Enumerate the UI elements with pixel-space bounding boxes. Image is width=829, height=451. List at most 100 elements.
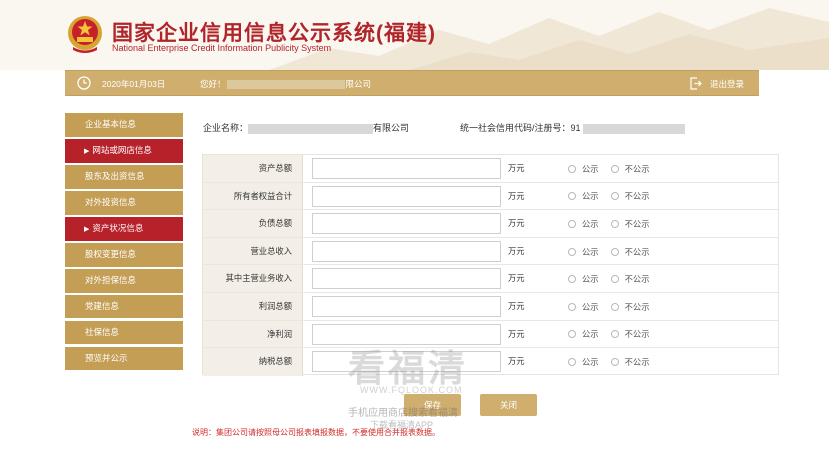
- not-publish-radio[interactable]: [610, 219, 619, 228]
- form-row-total-revenue: 营业总收入 万元 公示 不公示: [203, 237, 778, 266]
- unit-label: 万元: [508, 301, 525, 311]
- greeting: 您好！ 限公司: [200, 78, 371, 90]
- publish-radio-group: 公示 不公示: [568, 155, 662, 183]
- form-row-total-profit: 利润总额 万元 公示 不公示: [203, 293, 778, 321]
- publish-radio[interactable]: [568, 275, 576, 284]
- not-publish-radio[interactable]: [610, 357, 619, 366]
- sidebar-item-investment[interactable]: 对外投资信息: [65, 190, 183, 215]
- info-bar: 2020年01月03日 您好！ 限公司 退出登录: [65, 70, 759, 96]
- total-profit-input[interactable]: [312, 296, 501, 317]
- publish-radio[interactable]: [568, 164, 576, 173]
- sidebar-item-party[interactable]: 党建信息: [65, 294, 183, 319]
- sidebar-item-assets[interactable]: ▶ 资产状况信息: [65, 216, 183, 241]
- unit-label: 万元: [508, 245, 525, 256]
- not-publish-label: 不公示: [624, 191, 650, 202]
- field-label: 资产总额: [203, 155, 303, 182]
- field-label: 营业总收入: [203, 237, 303, 265]
- unit-label: 万元: [508, 273, 525, 284]
- publish-radio-group: 公示 不公示: [568, 238, 662, 266]
- not-publish-radio[interactable]: [610, 330, 619, 339]
- instruction-note: 说明：集团公司请按照母公司报表填报数据，不要使用合并报表数据。: [192, 428, 440, 437]
- field-label: 净利润: [203, 320, 303, 348]
- sidebar-item-label: 资产状况信息: [92, 222, 144, 233]
- sidebar-item-equity-change[interactable]: 股权变更信息: [65, 242, 183, 267]
- publish-label: 公示: [582, 356, 599, 367]
- not-publish-radio[interactable]: [610, 247, 619, 256]
- close-button[interactable]: 关闭: [480, 394, 537, 416]
- not-publish-label: 不公示: [624, 218, 650, 229]
- sidebar-item-label: 对外投资信息: [85, 196, 137, 207]
- not-publish-label: 不公示: [624, 329, 650, 340]
- net-profit-input[interactable]: [312, 323, 501, 345]
- not-publish-label: 不公示: [624, 246, 650, 257]
- publish-radio-group: 公示 不公示: [568, 183, 662, 211]
- sidebar-item-label: 党建信息: [85, 300, 120, 311]
- publish-radio[interactable]: [568, 330, 576, 339]
- publish-radio[interactable]: [568, 192, 576, 201]
- not-publish-radio[interactable]: [610, 192, 619, 201]
- sidebar-item-label: 网站或网店信息: [92, 144, 152, 155]
- publish-label: 公示: [582, 329, 599, 340]
- publish-radio-group: 公示 不公示: [568, 293, 662, 321]
- owners-equity-input[interactable]: [312, 185, 501, 207]
- sidebar-item-guarantee[interactable]: 对外担保信息: [65, 268, 183, 293]
- logout-link[interactable]: 退出登录: [710, 78, 744, 90]
- publish-radio[interactable]: [568, 247, 576, 256]
- company-name: 企业名称： 有限公司: [203, 121, 409, 134]
- sidebar-item-basic-info[interactable]: 企业基本信息: [65, 113, 183, 137]
- site-title-en: National Enterprise Credit Information P…: [112, 43, 332, 53]
- form-row-total-tax: 纳税总额 万元 公示 不公示: [203, 348, 778, 376]
- logout-icon[interactable]: [690, 77, 702, 90]
- total-liabilities-input[interactable]: [312, 213, 501, 235]
- national-emblem-icon: [68, 16, 102, 53]
- not-publish-radio[interactable]: [610, 275, 619, 284]
- unit-label: 万元: [508, 190, 525, 201]
- sidebar-item-label: 股权变更信息: [85, 248, 137, 259]
- total-assets-input[interactable]: [312, 158, 501, 179]
- publish-label: 公示: [582, 191, 599, 202]
- main-revenue-input[interactable]: [312, 268, 501, 290]
- save-button[interactable]: 保存: [404, 394, 461, 416]
- sidebar-item-social-security[interactable]: 社保信息: [65, 320, 183, 345]
- sidebar-item-label: 企业基本信息: [85, 119, 137, 129]
- field-label: 负债总额: [203, 210, 303, 237]
- sidebar-item-website-info[interactable]: ▶ 网站或网店信息: [65, 138, 183, 163]
- sidebar-item-label: 社保信息: [85, 326, 120, 337]
- field-label: 利润总额: [203, 293, 303, 320]
- publish-radio-group: 公示 不公示: [568, 348, 662, 376]
- publish-radio-group: 公示 不公示: [568, 265, 662, 293]
- not-publish-label: 不公示: [624, 301, 650, 312]
- publish-radio-group: 公示 不公示: [568, 321, 662, 349]
- sidebar-item-label: 对外担保信息: [85, 274, 137, 285]
- total-revenue-input[interactable]: [312, 240, 501, 262]
- redacted-credit-code: [582, 123, 685, 134]
- credit-code-label: 统一社会信用代码/注册号：: [460, 123, 571, 133]
- not-publish-label: 不公示: [624, 274, 650, 285]
- publish-radio[interactable]: [568, 219, 576, 228]
- form-row-owners-equity: 所有者权益合计 万元 公示 不公示: [203, 182, 778, 211]
- greeting-prefix: 您好！: [200, 79, 226, 89]
- field-label: 所有者权益合计: [203, 182, 303, 210]
- not-publish-label: 不公示: [624, 356, 650, 367]
- not-publish-label: 不公示: [624, 163, 650, 174]
- form-row-total-liabilities: 负债总额 万元 公示 不公示: [203, 210, 778, 238]
- not-publish-radio[interactable]: [610, 164, 619, 173]
- sidebar-nav: 企业基本信息 ▶ 网站或网店信息 股东及出资信息 对外投资信息 ▶ 资产状况信息 股…: [65, 113, 183, 373]
- clock-icon: [77, 76, 91, 90]
- publish-radio[interactable]: [568, 357, 576, 366]
- not-publish-radio[interactable]: [610, 302, 619, 311]
- redacted-company-name: [248, 123, 374, 134]
- total-tax-input[interactable]: [312, 351, 501, 373]
- publish-label: 公示: [582, 274, 599, 285]
- publish-radio-group: 公示 不公示: [568, 210, 662, 238]
- sidebar-item-preview[interactable]: 预览并公示: [65, 346, 183, 371]
- publish-radio[interactable]: [568, 302, 576, 311]
- unit-label: 万元: [508, 356, 525, 367]
- greeting-suffix: 限公司: [345, 79, 372, 89]
- current-date: 2020年01月03日: [102, 79, 166, 89]
- form-row-total-assets: 资产总额 万元 公示 不公示: [203, 155, 778, 183]
- form-row-main-revenue: 其中主营业务收入 万元 公示 不公示: [203, 265, 778, 293]
- unit-label: 万元: [508, 218, 525, 229]
- asset-form: 资产总额 万元 公示 不公示 所有者权益合计 万元 公示 不公示 负债总额 万元…: [202, 154, 779, 376]
- sidebar-item-shareholders[interactable]: 股东及出资信息: [65, 164, 183, 189]
